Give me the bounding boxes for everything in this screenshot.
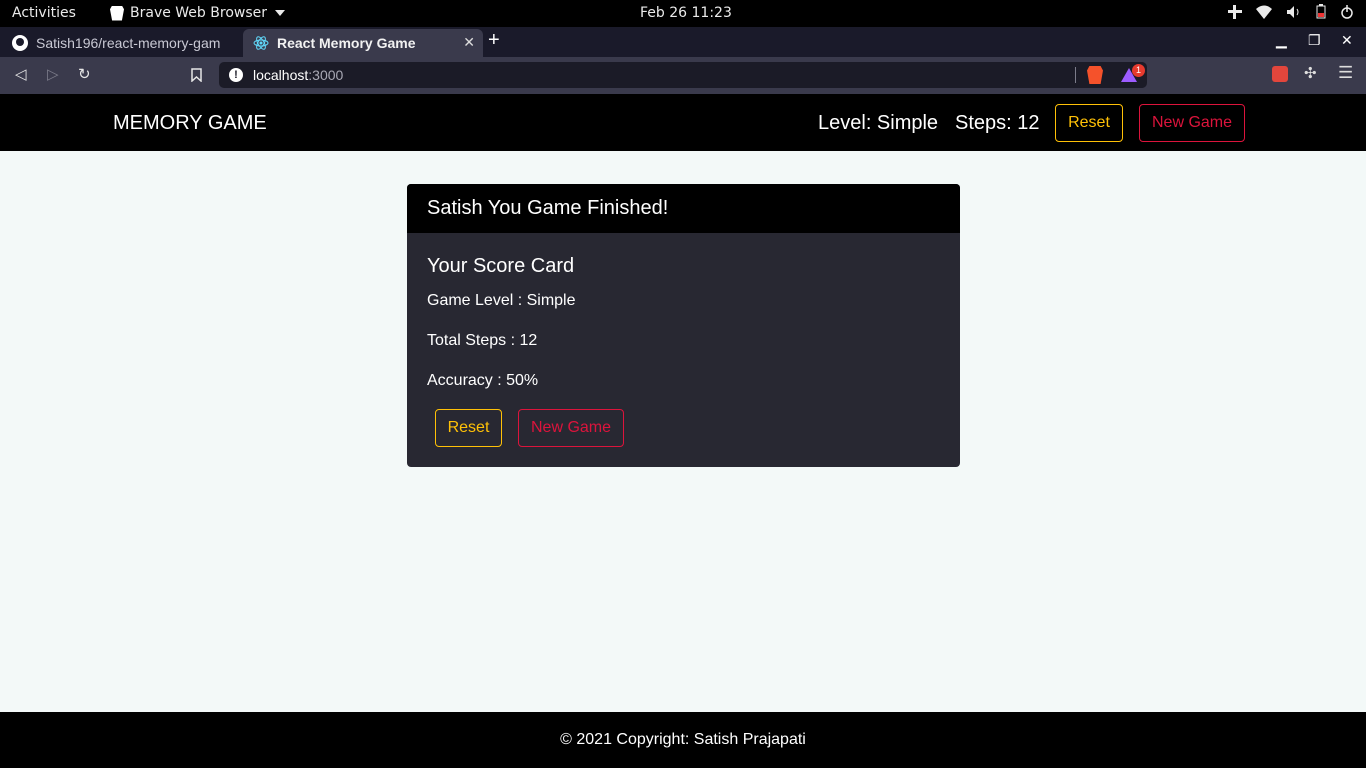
system-top-bar: Activities Brave Web Browser Feb 26 11:2… <box>0 0 1366 27</box>
power-icon <box>1341 4 1353 19</box>
rewards-badge: 1 <box>1132 64 1145 77</box>
card-new-game-button[interactable]: New Game <box>518 409 624 447</box>
minimize-icon[interactable]: ▁ <box>1276 32 1287 49</box>
restore-icon[interactable]: ❐ <box>1308 32 1321 49</box>
new-tab-icon[interactable]: + <box>488 29 500 52</box>
accuracy-text: Accuracy : 50% <box>427 372 539 389</box>
volume-icon <box>1287 5 1299 18</box>
hamburger-menu-icon[interactable]: ☰ <box>1338 63 1353 83</box>
steps-indicator: Steps: 12 <box>955 112 1040 134</box>
reset-button[interactable]: Reset <box>1055 104 1123 142</box>
app-navbar: MEMORY GAME Level: Simple Steps: 12 Rese… <box>0 94 1366 151</box>
brave-shields-icon[interactable] <box>1087 66 1103 84</box>
url-text: localhost:3000 <box>253 67 344 83</box>
react-icon <box>253 36 269 50</box>
card-title: Your Score Card <box>427 255 575 277</box>
card-header: Satish You Game Finished! <box>407 184 960 233</box>
activities-button[interactable]: Activities <box>12 5 76 21</box>
tab-label: React Memory Game <box>277 35 416 51</box>
chevron-down-icon <box>275 10 285 16</box>
wifi-icon <box>1256 5 1272 19</box>
address-bar[interactable]: ! localhost:3000 1 <box>219 62 1147 88</box>
card-reset-button[interactable]: Reset <box>435 409 502 447</box>
reload-icon[interactable]: ↻ <box>78 65 91 83</box>
extensions-puzzle-icon[interactable]: ✣ <box>1304 64 1317 82</box>
divider <box>1075 67 1076 83</box>
back-icon[interactable]: ◁ <box>15 65 27 83</box>
app-menu-label: Brave Web Browser <box>130 5 267 21</box>
footer: © 2021 Copyright: Satish Prajapati <box>0 712 1366 768</box>
tab-strip: Satish196/react-memory-gam React Memory … <box>0 27 1366 57</box>
bookmark-icon[interactable] <box>191 68 202 82</box>
clock[interactable]: Feb 26 11:23 <box>640 5 732 21</box>
app-menu[interactable]: Brave Web Browser <box>110 5 285 21</box>
browser-toolbar: ◁ ▷ ↻ ! localhost:3000 1 ✣ ☰ <box>0 57 1366 94</box>
close-tab-icon[interactable]: ✕ <box>463 34 475 51</box>
total-steps-text: Total Steps : 12 <box>427 332 538 349</box>
new-game-button[interactable]: New Game <box>1139 104 1245 142</box>
slack-icon <box>1228 4 1242 19</box>
brand-title[interactable]: MEMORY GAME <box>113 112 267 135</box>
score-card: Satish You Game Finished! Your Score Car… <box>407 184 960 467</box>
brave-logo-icon <box>110 5 124 21</box>
copyright-text: © 2021 Copyright: Satish Prajapati <box>560 731 806 748</box>
battery-icon <box>1316 4 1326 19</box>
level-indicator: Level: Simple <box>818 112 939 134</box>
github-icon <box>12 35 28 51</box>
tab-react-memory-game[interactable]: React Memory Game ✕ <box>243 29 483 57</box>
forward-icon[interactable]: ▷ <box>47 65 59 83</box>
tab-github[interactable]: Satish196/react-memory-gam <box>2 29 238 57</box>
system-tray[interactable] <box>1228 4 1354 19</box>
game-level-text: Game Level : Simple <box>427 292 576 309</box>
extension-icon[interactable] <box>1272 66 1288 82</box>
site-info-icon[interactable]: ! <box>229 68 243 82</box>
tab-label: Satish196/react-memory-gam <box>36 35 221 51</box>
close-window-icon[interactable]: ✕ <box>1341 32 1353 49</box>
